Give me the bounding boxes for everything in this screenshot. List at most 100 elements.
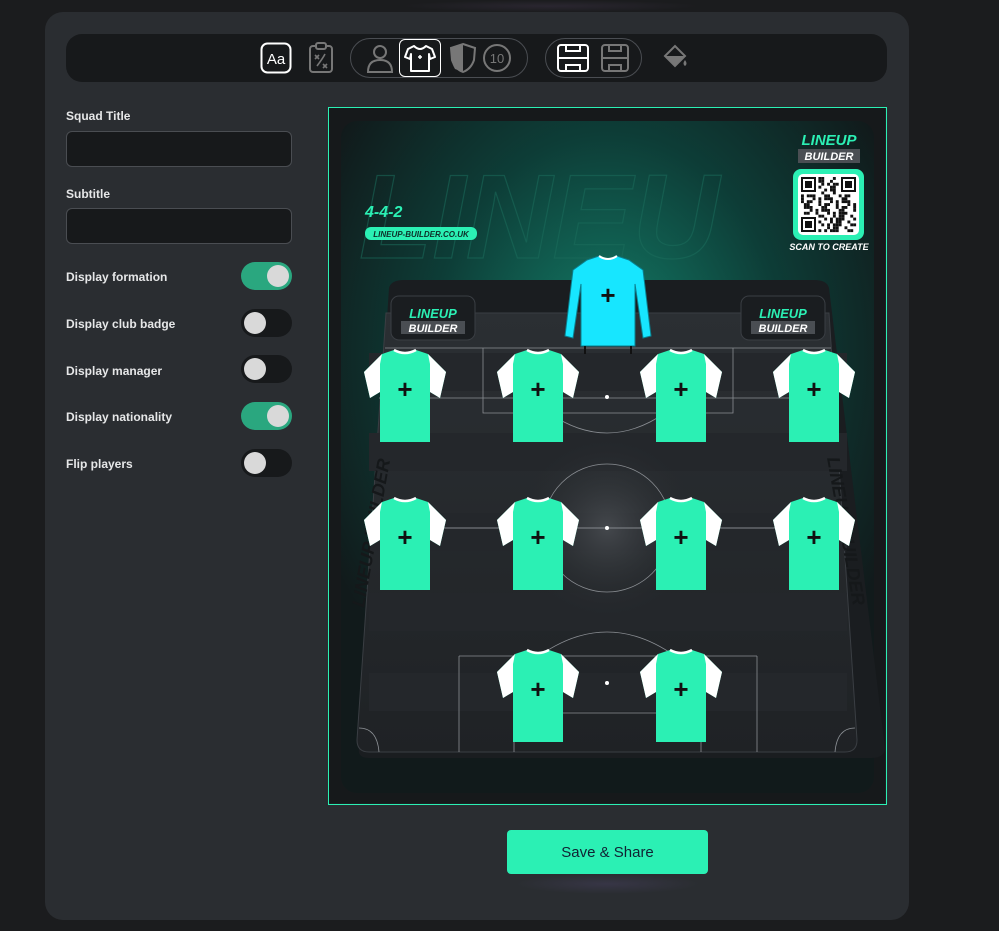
qr-cell	[801, 194, 804, 198]
tactics-board-icon[interactable]	[304, 41, 338, 75]
center-spot	[605, 526, 609, 530]
text-style-icon[interactable]: Aa	[259, 41, 293, 75]
qr-cell	[830, 220, 833, 224]
display-nationality-toggle[interactable]	[241, 402, 292, 430]
qr-cell	[838, 208, 842, 212]
subtitle-input[interactable]	[66, 208, 292, 244]
paint-bucket-icon[interactable]	[658, 41, 692, 75]
display-club-badge-label: Display club badge	[66, 317, 176, 331]
qr-cell	[853, 208, 857, 212]
qr-cell	[832, 177, 836, 180]
qr-cell	[835, 217, 839, 221]
qr-cell	[835, 200, 839, 204]
qr-cell	[847, 200, 851, 204]
toggle-knob	[244, 452, 266, 474]
qr-cell	[803, 211, 807, 215]
shirt-mark: +	[397, 522, 412, 552]
qr-cell	[844, 226, 848, 230]
qr-cell	[821, 214, 825, 218]
button-glow	[515, 874, 700, 894]
qr-cell	[844, 194, 848, 198]
qr-cell	[824, 197, 828, 201]
flip-players-label: Flip players	[66, 457, 133, 471]
qr-cell	[853, 203, 857, 206]
qr-cell	[803, 203, 807, 206]
qr-cell	[821, 182, 825, 186]
penalty-spot	[605, 395, 609, 399]
shirt-mark: +	[806, 374, 821, 404]
qr-cell	[803, 206, 807, 209]
qr-cell	[832, 182, 836, 186]
qr-cell	[838, 214, 842, 218]
qr-cell	[812, 194, 816, 198]
penalty-spot	[605, 681, 609, 685]
qr-cell	[806, 194, 810, 198]
qr-cell	[835, 223, 839, 227]
qr-cell	[821, 177, 825, 180]
player-icon[interactable]	[363, 41, 397, 75]
display-manager-toggle[interactable]	[241, 355, 292, 383]
qr-cell	[853, 223, 857, 227]
qr-cell	[806, 200, 810, 204]
badge-icon[interactable]	[446, 41, 480, 75]
qr-cell	[844, 197, 848, 201]
qr-cell	[832, 188, 836, 192]
pitch-full-icon[interactable]	[556, 41, 590, 75]
qr-cell	[830, 185, 833, 189]
website-text: LINEUP-BUILDER.CO.UK	[373, 230, 470, 239]
qr-cell	[850, 223, 854, 227]
qr-cell	[818, 200, 822, 204]
qr-cell	[806, 211, 810, 215]
qr-cell	[830, 197, 833, 201]
kit-icon[interactable]	[399, 39, 441, 77]
qr-cell	[830, 188, 833, 192]
qr-cell	[806, 206, 810, 209]
qr-cell	[818, 229, 822, 233]
flip-players-toggle[interactable]	[241, 449, 292, 477]
qr-cell	[827, 226, 830, 230]
qr-cell	[818, 203, 822, 206]
qr-cell	[832, 191, 836, 195]
top-logo: LINEUP BUILDER	[798, 132, 860, 163]
save-share-button[interactable]: Save & Share	[507, 830, 708, 874]
qr-cell	[824, 208, 828, 212]
qr-cell	[847, 229, 851, 233]
logo-line2: BUILDER	[759, 323, 808, 335]
qr-cell	[827, 223, 830, 227]
lineup-graphic: LINEU LINEUP BUILDER LINEUP BUILDER LINE…	[329, 108, 885, 803]
watermark-text: LINEU	[359, 150, 722, 284]
qr-cell	[809, 194, 813, 198]
qr-cell	[835, 226, 839, 230]
background-glow	[400, 0, 700, 12]
qr-cell	[835, 203, 839, 206]
qr-cell	[815, 211, 819, 215]
display-club-badge-toggle[interactable]	[241, 309, 292, 337]
qr-cell	[827, 182, 830, 186]
qr-cell	[832, 214, 836, 218]
qr-cell	[821, 223, 825, 227]
squad-title-input[interactable]	[66, 131, 292, 167]
number-icon[interactable]: 10	[480, 41, 514, 75]
qr-cell	[835, 182, 839, 186]
display-formation-toggle[interactable]	[241, 262, 292, 290]
qr-cell	[827, 208, 830, 212]
shirt-mark: +	[397, 374, 412, 404]
qr-cell	[832, 229, 836, 233]
qr-cell	[821, 208, 825, 212]
qr-cell	[827, 194, 830, 198]
qr-finder	[805, 181, 812, 188]
qr-cell	[841, 214, 845, 218]
number-glyph: 10	[490, 51, 504, 66]
logo-line2: BUILDER	[409, 323, 458, 335]
qr-finder	[845, 181, 852, 188]
qr-cell	[841, 211, 845, 215]
qr-cell	[838, 194, 842, 198]
logo-line1: LINEUP	[409, 306, 457, 321]
shirt-mark: +	[530, 674, 545, 704]
logo-line1: LINEUP	[801, 132, 857, 149]
shirt-mark: +	[806, 522, 821, 552]
qr-cell	[835, 229, 839, 233]
pitch-half-icon[interactable]	[598, 41, 632, 75]
shirt-mark: +	[600, 280, 615, 310]
qr-cell	[844, 206, 848, 209]
